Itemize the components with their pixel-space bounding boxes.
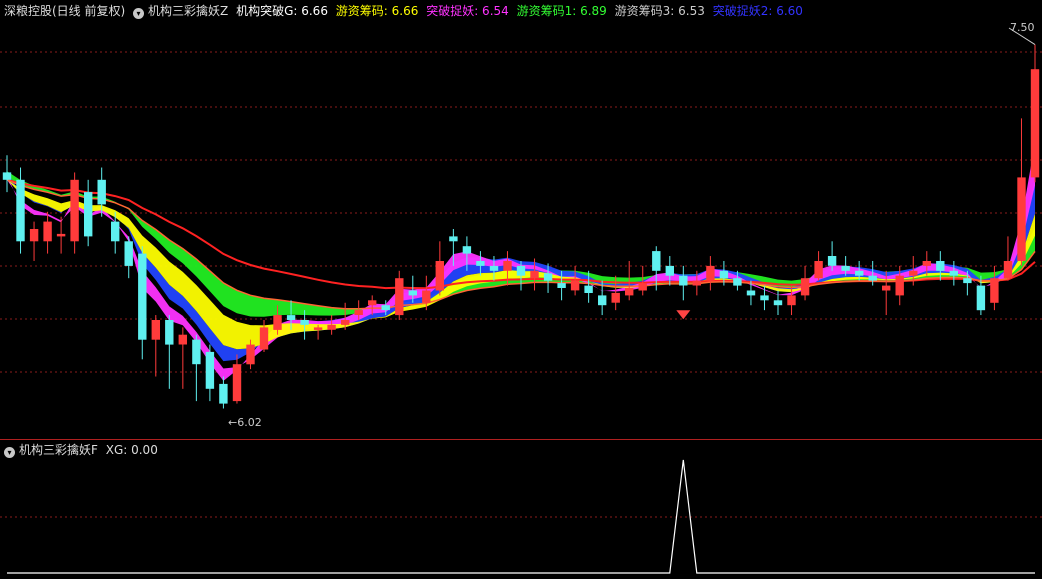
legend-item-4: 游资筹码3: 6.53 xyxy=(614,4,705,18)
candle-body-9 xyxy=(124,241,133,266)
candle-body-57 xyxy=(773,300,783,306)
candle-body-26 xyxy=(354,310,363,315)
high-price-label: 7.50 xyxy=(1010,21,1035,34)
legend-item-0: 机构突破G: 6.66 xyxy=(236,4,328,18)
candle-body-53 xyxy=(719,270,729,279)
candle-body-10 xyxy=(138,253,147,340)
candle-body-69 xyxy=(936,261,945,271)
candle-body-55 xyxy=(746,290,756,296)
green-ribbon xyxy=(7,171,1035,317)
candle-body-20 xyxy=(273,315,282,330)
candle-body-28 xyxy=(381,305,390,311)
candle-body-11 xyxy=(151,320,160,340)
candle-body-27 xyxy=(368,300,377,306)
candle-body-64 xyxy=(868,275,877,281)
candle-body-56 xyxy=(760,295,769,301)
candle-body-65 xyxy=(882,285,891,291)
candle-body-73 xyxy=(990,278,999,303)
candle-body-22 xyxy=(300,320,309,325)
candle-body-5 xyxy=(70,179,79,242)
candle-body-70 xyxy=(949,270,958,276)
chevron-down-icon[interactable]: ▾ xyxy=(133,8,145,19)
candle-body-44 xyxy=(598,295,607,306)
candle-body-12 xyxy=(165,320,174,345)
candle-body-16 xyxy=(219,383,228,404)
candle-body-41 xyxy=(557,283,566,288)
candle-body-33 xyxy=(449,236,458,242)
candle-body-43 xyxy=(584,285,593,293)
candle-body-46 xyxy=(625,288,634,296)
candle-body-66 xyxy=(895,275,904,296)
candle-body-0 xyxy=(2,172,12,180)
candle-body-34 xyxy=(462,246,472,254)
candle-body-35 xyxy=(476,261,485,266)
legend-item-2: 突破捉妖: 6.54 xyxy=(426,4,509,18)
low-price-label: ←6.02 xyxy=(228,416,262,429)
candle-body-18 xyxy=(246,344,255,365)
candle-body-37 xyxy=(503,261,512,271)
candle-body-52 xyxy=(706,265,715,281)
sub-indicator-name: 机构三彩擒妖F xyxy=(19,443,98,457)
candle-body-67 xyxy=(909,270,918,276)
candle-body-36 xyxy=(489,265,499,271)
candle-body-59 xyxy=(800,278,810,296)
candle-body-15 xyxy=(205,351,215,389)
candle-body-71 xyxy=(963,278,972,284)
candle-body-42 xyxy=(570,280,580,291)
candle-body-45 xyxy=(611,292,620,303)
red-gem-icon xyxy=(676,310,691,320)
candle-body-50 xyxy=(679,275,688,286)
candle-body-72 xyxy=(976,285,986,311)
candle-body-61 xyxy=(827,256,837,266)
candle-body-8 xyxy=(111,221,120,242)
candle-body-19 xyxy=(259,327,269,350)
legend-item-3: 游资筹码1: 6.89 xyxy=(516,4,607,18)
candle-body-38 xyxy=(516,265,526,276)
legend-item-1: 游资筹码: 6.66 xyxy=(335,4,419,18)
candle-body-23 xyxy=(313,327,323,330)
sub-indicator-value: XG: 0.00 xyxy=(105,443,158,457)
main-indicator-name: 机构三彩擒妖Z xyxy=(148,4,229,18)
candle-body-54 xyxy=(733,278,742,286)
candle-body-51 xyxy=(692,280,701,286)
low-price-value: 6.02 xyxy=(237,416,262,429)
candle-body-63 xyxy=(855,270,864,276)
candle-body-60 xyxy=(814,261,823,279)
candle-body-14 xyxy=(192,339,201,365)
candle-body-17 xyxy=(232,364,242,402)
candle-body-62 xyxy=(841,265,850,271)
candle-body-58 xyxy=(787,295,796,306)
candle-body-31 xyxy=(422,290,431,303)
candle-body-7 xyxy=(97,179,106,205)
chevron-down-icon[interactable]: ▾ xyxy=(4,447,15,458)
candle-body-48 xyxy=(652,251,661,271)
candle-body-24 xyxy=(327,324,336,330)
candle-body-39 xyxy=(530,270,539,279)
candle-body-49 xyxy=(665,265,674,276)
candle-body-3 xyxy=(43,221,52,242)
candle-body-40 xyxy=(543,273,553,281)
candle-body-29 xyxy=(395,278,404,316)
stock-label: 深粮控股(日线 前复权) xyxy=(4,4,126,18)
candlesticks xyxy=(2,44,1040,409)
candle-body-2 xyxy=(29,229,39,242)
candle-body-30 xyxy=(408,290,417,296)
candle-body-76 xyxy=(1030,69,1040,178)
candle-body-4 xyxy=(56,233,66,237)
candle-body-25 xyxy=(341,320,350,325)
candle-body-1 xyxy=(16,179,25,242)
candle-body-47 xyxy=(638,283,647,291)
candle-body-68 xyxy=(922,261,931,266)
candle-body-21 xyxy=(286,315,296,320)
kline-chart[interactable] xyxy=(0,0,1042,579)
candle-body-13 xyxy=(178,334,187,345)
candle-body-75 xyxy=(1017,177,1026,261)
sub-header: ▾ 机构三彩擒妖F XG: 0.00 xyxy=(4,442,162,458)
candle-body-74 xyxy=(1003,261,1013,279)
legend-item-5: 突破捉妖2: 6.60 xyxy=(712,4,803,18)
candle-body-32 xyxy=(435,261,444,291)
candle-body-6 xyxy=(84,192,93,237)
main-header: 深粮控股(日线 前复权) ▾ 机构三彩擒妖Z 机构突破G: 6.66 游资筹码: … xyxy=(4,3,807,19)
